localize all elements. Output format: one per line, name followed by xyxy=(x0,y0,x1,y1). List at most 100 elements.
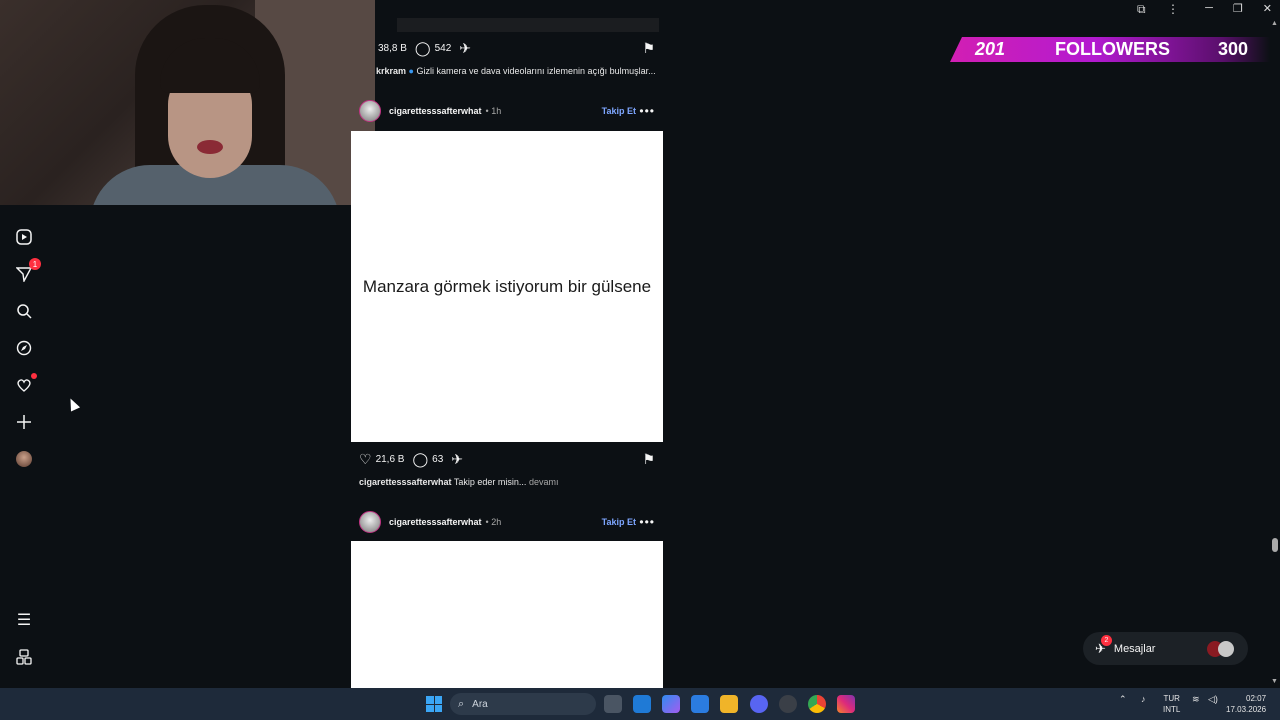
comment-icon: ◯ xyxy=(412,451,429,467)
post1-avatar[interactable] xyxy=(359,100,381,122)
messages-label: Mesajlar xyxy=(1113,642,1156,655)
search-icon[interactable] xyxy=(14,301,34,321)
kebab-icon[interactable]: ⋮ xyxy=(1167,2,1179,16)
wifi-icon[interactable]: ≋ xyxy=(1192,694,1200,705)
prev-caption-text: Gizli kamera ve dava videolarını izlemen… xyxy=(416,66,656,76)
post2-time-value: 2h xyxy=(491,517,502,527)
prev-comment-button[interactable]: ◯ 542 xyxy=(415,41,451,55)
page-scrollbar[interactable]: ▲ ▼ xyxy=(1270,18,1280,688)
profile-avatar-image xyxy=(16,451,32,467)
message-avatar xyxy=(1218,640,1234,657)
post2-follow-button[interactable]: Takip Et xyxy=(602,517,636,527)
previous-post-image-edge xyxy=(397,18,659,32)
share-icon: ✈ xyxy=(451,451,464,467)
post2-avatar[interactable] xyxy=(359,511,381,533)
post1-caption: cigarettesssafterwhat Takip eder misin..… xyxy=(359,477,663,487)
prev-share-button[interactable]: ✈ xyxy=(459,41,471,55)
prev-save-icon[interactable]: ⚑ xyxy=(642,40,655,57)
webcam-overlay xyxy=(0,0,375,205)
post1-comment-button[interactable]: ◯ 63 xyxy=(412,452,443,466)
store-icon[interactable] xyxy=(691,695,709,713)
start-button[interactable] xyxy=(426,696,442,712)
window-controls: ─ ❐ ✕ xyxy=(1205,2,1272,15)
webcam-lips xyxy=(197,140,223,154)
screen: ⧉ ⋮ ─ ❐ ✕ 1 ☰ 38,8 B ◯ 542 ✈ ⚑ krkram ● … xyxy=(0,0,1280,720)
search-icon: ⌕ xyxy=(458,697,465,710)
start-square xyxy=(426,704,434,712)
comment-icon: ◯ xyxy=(414,40,431,56)
taskbar-search[interactable]: ⌕ Ara xyxy=(450,693,596,715)
post1-likes-text: 21,6 B xyxy=(375,453,405,465)
taskbar-search-text: Ara xyxy=(472,698,488,710)
post1-follow-button[interactable]: Takip Et xyxy=(602,106,636,116)
post1-caption-text: Takip eder misin... xyxy=(453,477,527,487)
post1-header: cigarettesssafterwhat • 1h Takip Et ••• xyxy=(351,98,663,124)
lang-top: TUR xyxy=(1163,694,1180,703)
minimize-button[interactable]: ─ xyxy=(1205,2,1213,15)
notifications-heart-icon[interactable] xyxy=(14,373,37,395)
post1-save-icon[interactable]: ⚑ xyxy=(642,451,655,468)
close-button[interactable]: ✕ xyxy=(1263,2,1272,15)
messages-icon: ✈ 2 xyxy=(1095,634,1112,657)
post1-caption-more[interactable]: devamı xyxy=(529,477,559,487)
start-square xyxy=(434,704,442,712)
post1-like-button[interactable]: ♡ 21,6 B xyxy=(359,452,404,466)
create-plus-icon[interactable] xyxy=(14,412,34,432)
prev-likes-text: 38,8 B xyxy=(378,42,407,54)
post1-time: • 1h xyxy=(485,106,502,116)
threads-icon[interactable] xyxy=(14,647,34,667)
task-view-icon[interactable] xyxy=(604,695,622,713)
chrome-icon[interactable] xyxy=(808,695,826,713)
post2-more-icon[interactable]: ••• xyxy=(639,515,655,529)
post1-username[interactable]: cigarettesssafterwhat xyxy=(389,106,482,116)
microphone-icon[interactable]: ♪ xyxy=(1141,694,1146,704)
post1-more-icon[interactable]: ••• xyxy=(639,104,655,118)
more-menu-icon[interactable]: ☰ xyxy=(14,610,34,630)
post1-share-button[interactable]: ✈ xyxy=(451,452,463,466)
clock-date: 17.03.2026 xyxy=(1226,705,1267,714)
prev-post-actions: 38,8 B ◯ 542 ✈ ⚑ xyxy=(351,38,663,58)
outlook-icon[interactable] xyxy=(633,695,651,713)
system-clock[interactable]: 02:07 17.03.2026 xyxy=(1226,693,1266,715)
feed-column: 38,8 B ◯ 542 ✈ ⚑ krkram ● Gizli kamera v… xyxy=(351,0,663,688)
followers-goal-overlay: 201 FOLLOWERS 300 xyxy=(950,37,1270,62)
instagram-sidebar: 1 ☰ xyxy=(0,205,50,688)
puzzle-icon[interactable]: ⧉ xyxy=(1137,2,1146,17)
prev-comments-text: 542 xyxy=(434,42,452,54)
reels-icon[interactable] xyxy=(14,227,34,247)
prev-caption-user[interactable]: krkram xyxy=(376,66,406,76)
language-indicator[interactable]: TUR INTL xyxy=(1163,693,1180,715)
copilot-icon[interactable] xyxy=(662,695,680,713)
messages-pill-badge: 2 xyxy=(1100,634,1112,646)
restore-button[interactable]: ❐ xyxy=(1233,2,1243,15)
github-icon[interactable] xyxy=(779,695,797,713)
post1-caption-user[interactable]: cigarettesssafterwhat xyxy=(359,477,452,487)
tray-overflow-icon[interactable]: ⌃ xyxy=(1119,694,1127,705)
instagram-icon[interactable] xyxy=(837,695,855,713)
followers-label: FOLLOWERS xyxy=(1055,39,1170,59)
discord-icon[interactable] xyxy=(750,695,768,713)
prev-like-count: 38,8 B xyxy=(378,43,407,54)
post1-actions: ♡ 21,6 B ◯ 63 ✈ ⚑ xyxy=(351,449,663,469)
share-icon: ✈ xyxy=(459,40,472,56)
messages-pill[interactable]: ✈ 2 Mesajlar xyxy=(1083,632,1248,665)
messages-nav-icon[interactable]: 1 xyxy=(14,258,41,284)
scroll-down-arrow[interactable]: ▼ xyxy=(1271,678,1278,685)
prev-caption: krkram ● Gizli kamera ve dava videoların… xyxy=(376,66,680,76)
scroll-up-arrow[interactable]: ▲ xyxy=(1271,20,1278,27)
scroll-thumb[interactable] xyxy=(1272,538,1278,552)
start-square xyxy=(434,696,442,704)
post1-image-text: Manzara görmek istiyorum bir gülsene xyxy=(362,276,652,296)
post2-username[interactable]: cigarettesssafterwhat xyxy=(389,517,482,527)
profile-avatar[interactable] xyxy=(14,449,34,469)
notification-dot xyxy=(31,373,37,379)
heart-icon: ♡ xyxy=(359,451,372,467)
post2-image[interactable] xyxy=(351,541,663,688)
clock-time: 02:07 xyxy=(1246,694,1267,703)
explore-compass-icon[interactable] xyxy=(14,338,34,358)
file-explorer-icon[interactable] xyxy=(720,695,738,713)
volume-icon[interactable]: ◁) xyxy=(1208,694,1218,705)
post1-comments-text: 63 xyxy=(432,453,444,465)
lang-bottom: INTL xyxy=(1163,705,1181,714)
post1-image[interactable]: Manzara görmek istiyorum bir gülsene xyxy=(351,131,663,442)
